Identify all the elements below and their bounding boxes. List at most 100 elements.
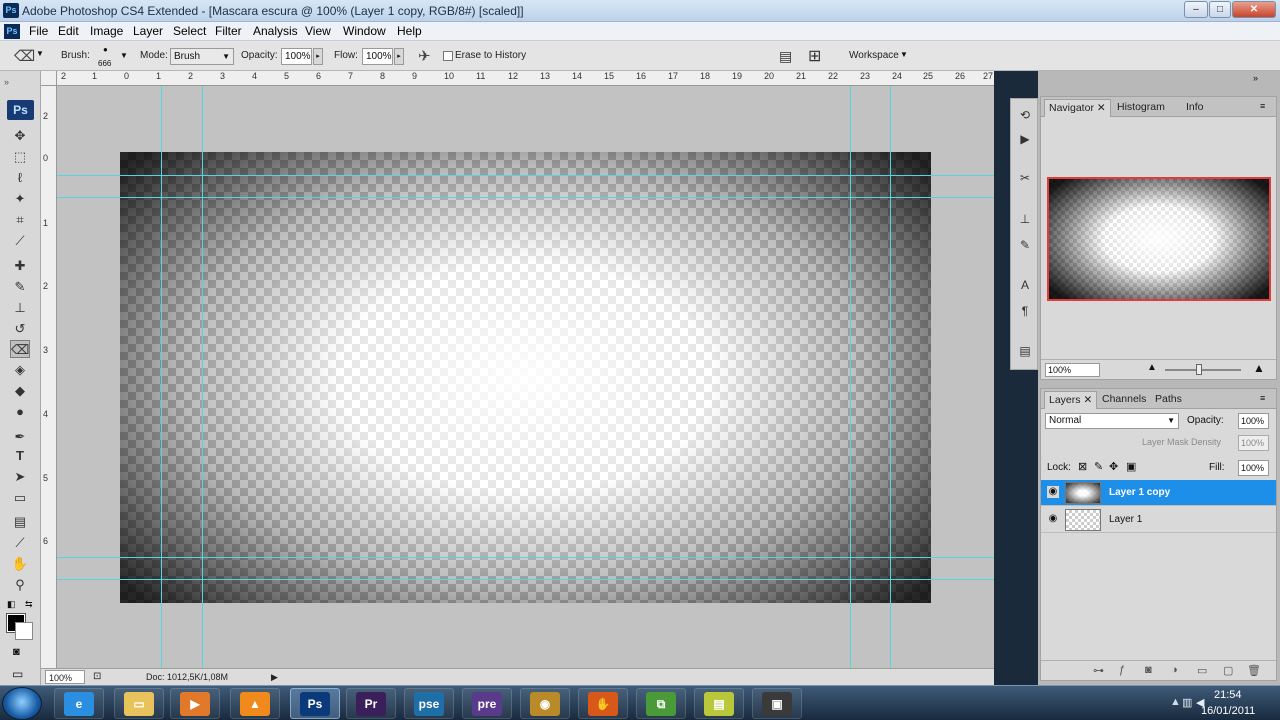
guide-vertical[interactable] <box>850 86 851 668</box>
zoom-level-field[interactable]: 100% <box>45 670 85 684</box>
guide-horizontal[interactable] <box>57 579 994 580</box>
tab-info[interactable]: Info <box>1182 99 1208 117</box>
link-layers-icon[interactable]: ⊶ <box>1093 664 1104 677</box>
menu-select[interactable]: Select <box>173 24 206 38</box>
tab-channels[interactable]: Channels <box>1098 391 1150 409</box>
character-panel-icon[interactable]: A <box>1016 276 1034 294</box>
brush-picker-chevron-icon[interactable]: ▼ <box>120 51 128 60</box>
eraser-icon[interactable]: ⌫ <box>14 47 35 65</box>
menu-help[interactable]: Help <box>397 24 422 38</box>
screen-mode-icon[interactable]: ▭ <box>12 667 23 681</box>
lock-all-icon[interactable]: ▣ <box>1126 460 1136 473</box>
taskbar-camtasia-button[interactable]: ▣ <box>752 688 802 719</box>
tab-histogram[interactable]: Histogram <box>1113 99 1169 117</box>
taskbar-vlc-button[interactable]: ▲ <box>230 688 280 719</box>
workspace-chevron-icon[interactable]: ▼ <box>900 50 908 59</box>
document-icon[interactable]: Ps <box>4 24 20 39</box>
document-pasteboard[interactable] <box>57 86 994 668</box>
hand-tool-icon[interactable]: ✋ <box>10 555 30 573</box>
new-layer-icon[interactable]: ▢ <box>1223 664 1233 677</box>
document-canvas[interactable] <box>120 152 931 603</box>
erase-to-history-checkbox[interactable] <box>443 51 453 61</box>
clone-source-panel-icon[interactable]: ⊥ <box>1016 210 1034 228</box>
lock-image-icon[interactable]: ✎ <box>1094 460 1103 473</box>
zoom-tool-icon[interactable]: ⚲ <box>10 576 30 594</box>
menu-analysis[interactable]: Analysis <box>253 24 298 38</box>
taskbar-network-app-button[interactable]: ⧉ <box>636 688 686 719</box>
menu-filter[interactable]: Filter <box>215 24 242 38</box>
healing-brush-tool-icon[interactable]: ✚ <box>10 257 30 275</box>
fill-input[interactable]: 100% <box>1238 460 1269 476</box>
crop-tool-icon[interactable]: ⌗ <box>10 211 30 229</box>
history-brush-tool-icon[interactable]: ↺ <box>10 320 30 338</box>
blur-tool-icon[interactable]: ◆ <box>10 382 30 400</box>
tab-navigator[interactable]: Navigator ✕ <box>1044 99 1111 117</box>
layer-row-layer-1[interactable]: ◉ Layer 1 <box>1041 507 1276 533</box>
clock-date[interactable]: 16/01/2011 <box>1201 705 1255 717</box>
maximize-button[interactable]: □ <box>1209 1 1231 18</box>
brush-panel-icon[interactable]: ▤ <box>779 48 792 65</box>
new-group-icon[interactable]: ▭ <box>1197 664 1207 677</box>
clone-stamp-tool-icon[interactable]: ⊥ <box>10 299 30 317</box>
quick-mask-icon[interactable]: ◙ <box>13 646 20 658</box>
menu-window[interactable]: Window <box>343 24 386 38</box>
add-mask-icon[interactable]: ◙ <box>1145 664 1152 676</box>
zoom-out-icon[interactable]: ▲ <box>1147 362 1157 373</box>
background-color-swatch[interactable] <box>15 622 33 640</box>
type-tool-icon[interactable]: T <box>10 447 30 465</box>
navigator-zoom-slider[interactable] <box>1165 369 1241 371</box>
taskbar-premiere-button[interactable]: Pr <box>346 688 396 719</box>
menu-image[interactable]: Image <box>90 24 123 38</box>
blend-mode-select[interactable]: Normal ▼ <box>1045 413 1179 429</box>
taskbar-media-player-button[interactable]: ▶ <box>170 688 220 719</box>
brush-dot-icon[interactable]: ● <box>103 45 108 54</box>
tab-layers[interactable]: Layers ✕ <box>1044 391 1098 409</box>
horizontal-ruler[interactable]: 2 1 0 1 2 3 4 5 6 7 8 9 10 11 12 13 14 1… <box>57 71 994 86</box>
lasso-tool-icon[interactable]: ℓ <box>10 169 30 187</box>
taskbar-file-explorer-button[interactable]: ▭ <box>114 688 164 719</box>
navigator-zoom-slider-handle[interactable] <box>1196 364 1202 375</box>
mask-density-input[interactable]: 100% <box>1238 435 1269 451</box>
brush-tool-icon[interactable]: ✎ <box>10 278 30 296</box>
layer-style-icon[interactable]: ƒ <box>1119 664 1125 676</box>
opacity-input[interactable]: 100% <box>281 48 312 65</box>
history-panel-icon[interactable]: ⟲ <box>1016 106 1034 124</box>
trash-icon[interactable]: 🗑 <box>1247 664 1261 677</box>
taskbar-internet-explorer-button[interactable]: e <box>54 688 104 719</box>
close-tab-icon[interactable]: ✕ <box>1083 394 1092 406</box>
visibility-eye-icon[interactable]: ◉ <box>1047 486 1059 498</box>
mode-select[interactable]: Brush ▼ <box>170 48 234 65</box>
taskbar-photoshop-elements-button[interactable]: pse <box>404 688 454 719</box>
paint-bucket-tool-icon[interactable]: ◈ <box>10 361 30 379</box>
marquee-tool-icon[interactable]: ⬚ <box>10 148 30 166</box>
notes-panel-icon[interactable]: ▤ <box>1016 342 1034 360</box>
guide-vertical[interactable] <box>202 86 203 668</box>
show-hidden-icons-icon[interactable]: ▲ <box>1170 696 1181 708</box>
pen-tool-icon[interactable]: ✒ <box>10 428 30 446</box>
workspace-label[interactable]: Workspace <box>849 50 899 61</box>
tool-preset-dropdown-icon[interactable]: ▼ <box>36 49 44 58</box>
taskbar-speaker-app-button[interactable]: ◉ <box>520 688 570 719</box>
default-colors-icon[interactable]: ◧ <box>7 599 16 610</box>
layer-opacity-input[interactable]: 100% <box>1238 413 1269 429</box>
panel-menu-icon[interactable]: ≡ <box>1260 101 1265 111</box>
lock-position-icon[interactable]: ✥ <box>1109 460 1118 473</box>
actions-panel-icon[interactable]: ▶ <box>1016 130 1034 148</box>
airbrush-icon[interactable]: ✈ <box>418 47 431 65</box>
notes-tool-icon[interactable]: ▤ <box>10 513 30 531</box>
close-tab-icon[interactable]: ✕ <box>1097 102 1106 114</box>
close-button[interactable]: ✕ <box>1232 1 1276 18</box>
clock-time[interactable]: 21:54 <box>1214 689 1242 701</box>
shape-tool-icon[interactable]: ▭ <box>10 489 30 507</box>
ruler-origin[interactable] <box>41 71 57 86</box>
guide-horizontal[interactable] <box>57 557 994 558</box>
tool-presets-panel-icon[interactable]: ✂ <box>1016 169 1034 187</box>
guide-horizontal[interactable] <box>57 197 994 198</box>
flow-slider-button[interactable]: ▸ <box>394 48 404 65</box>
guide-horizontal[interactable] <box>57 175 994 176</box>
network-icon[interactable]: ▥ <box>1182 696 1192 709</box>
collapse-icon[interactable]: » <box>4 77 9 87</box>
bridge-icon[interactable]: ⊞ <box>808 46 821 66</box>
layer-row-layer-1-copy[interactable]: ◉ Layer 1 copy <box>1041 480 1276 506</box>
collapse-panels-icon[interactable]: » <box>1253 73 1258 83</box>
